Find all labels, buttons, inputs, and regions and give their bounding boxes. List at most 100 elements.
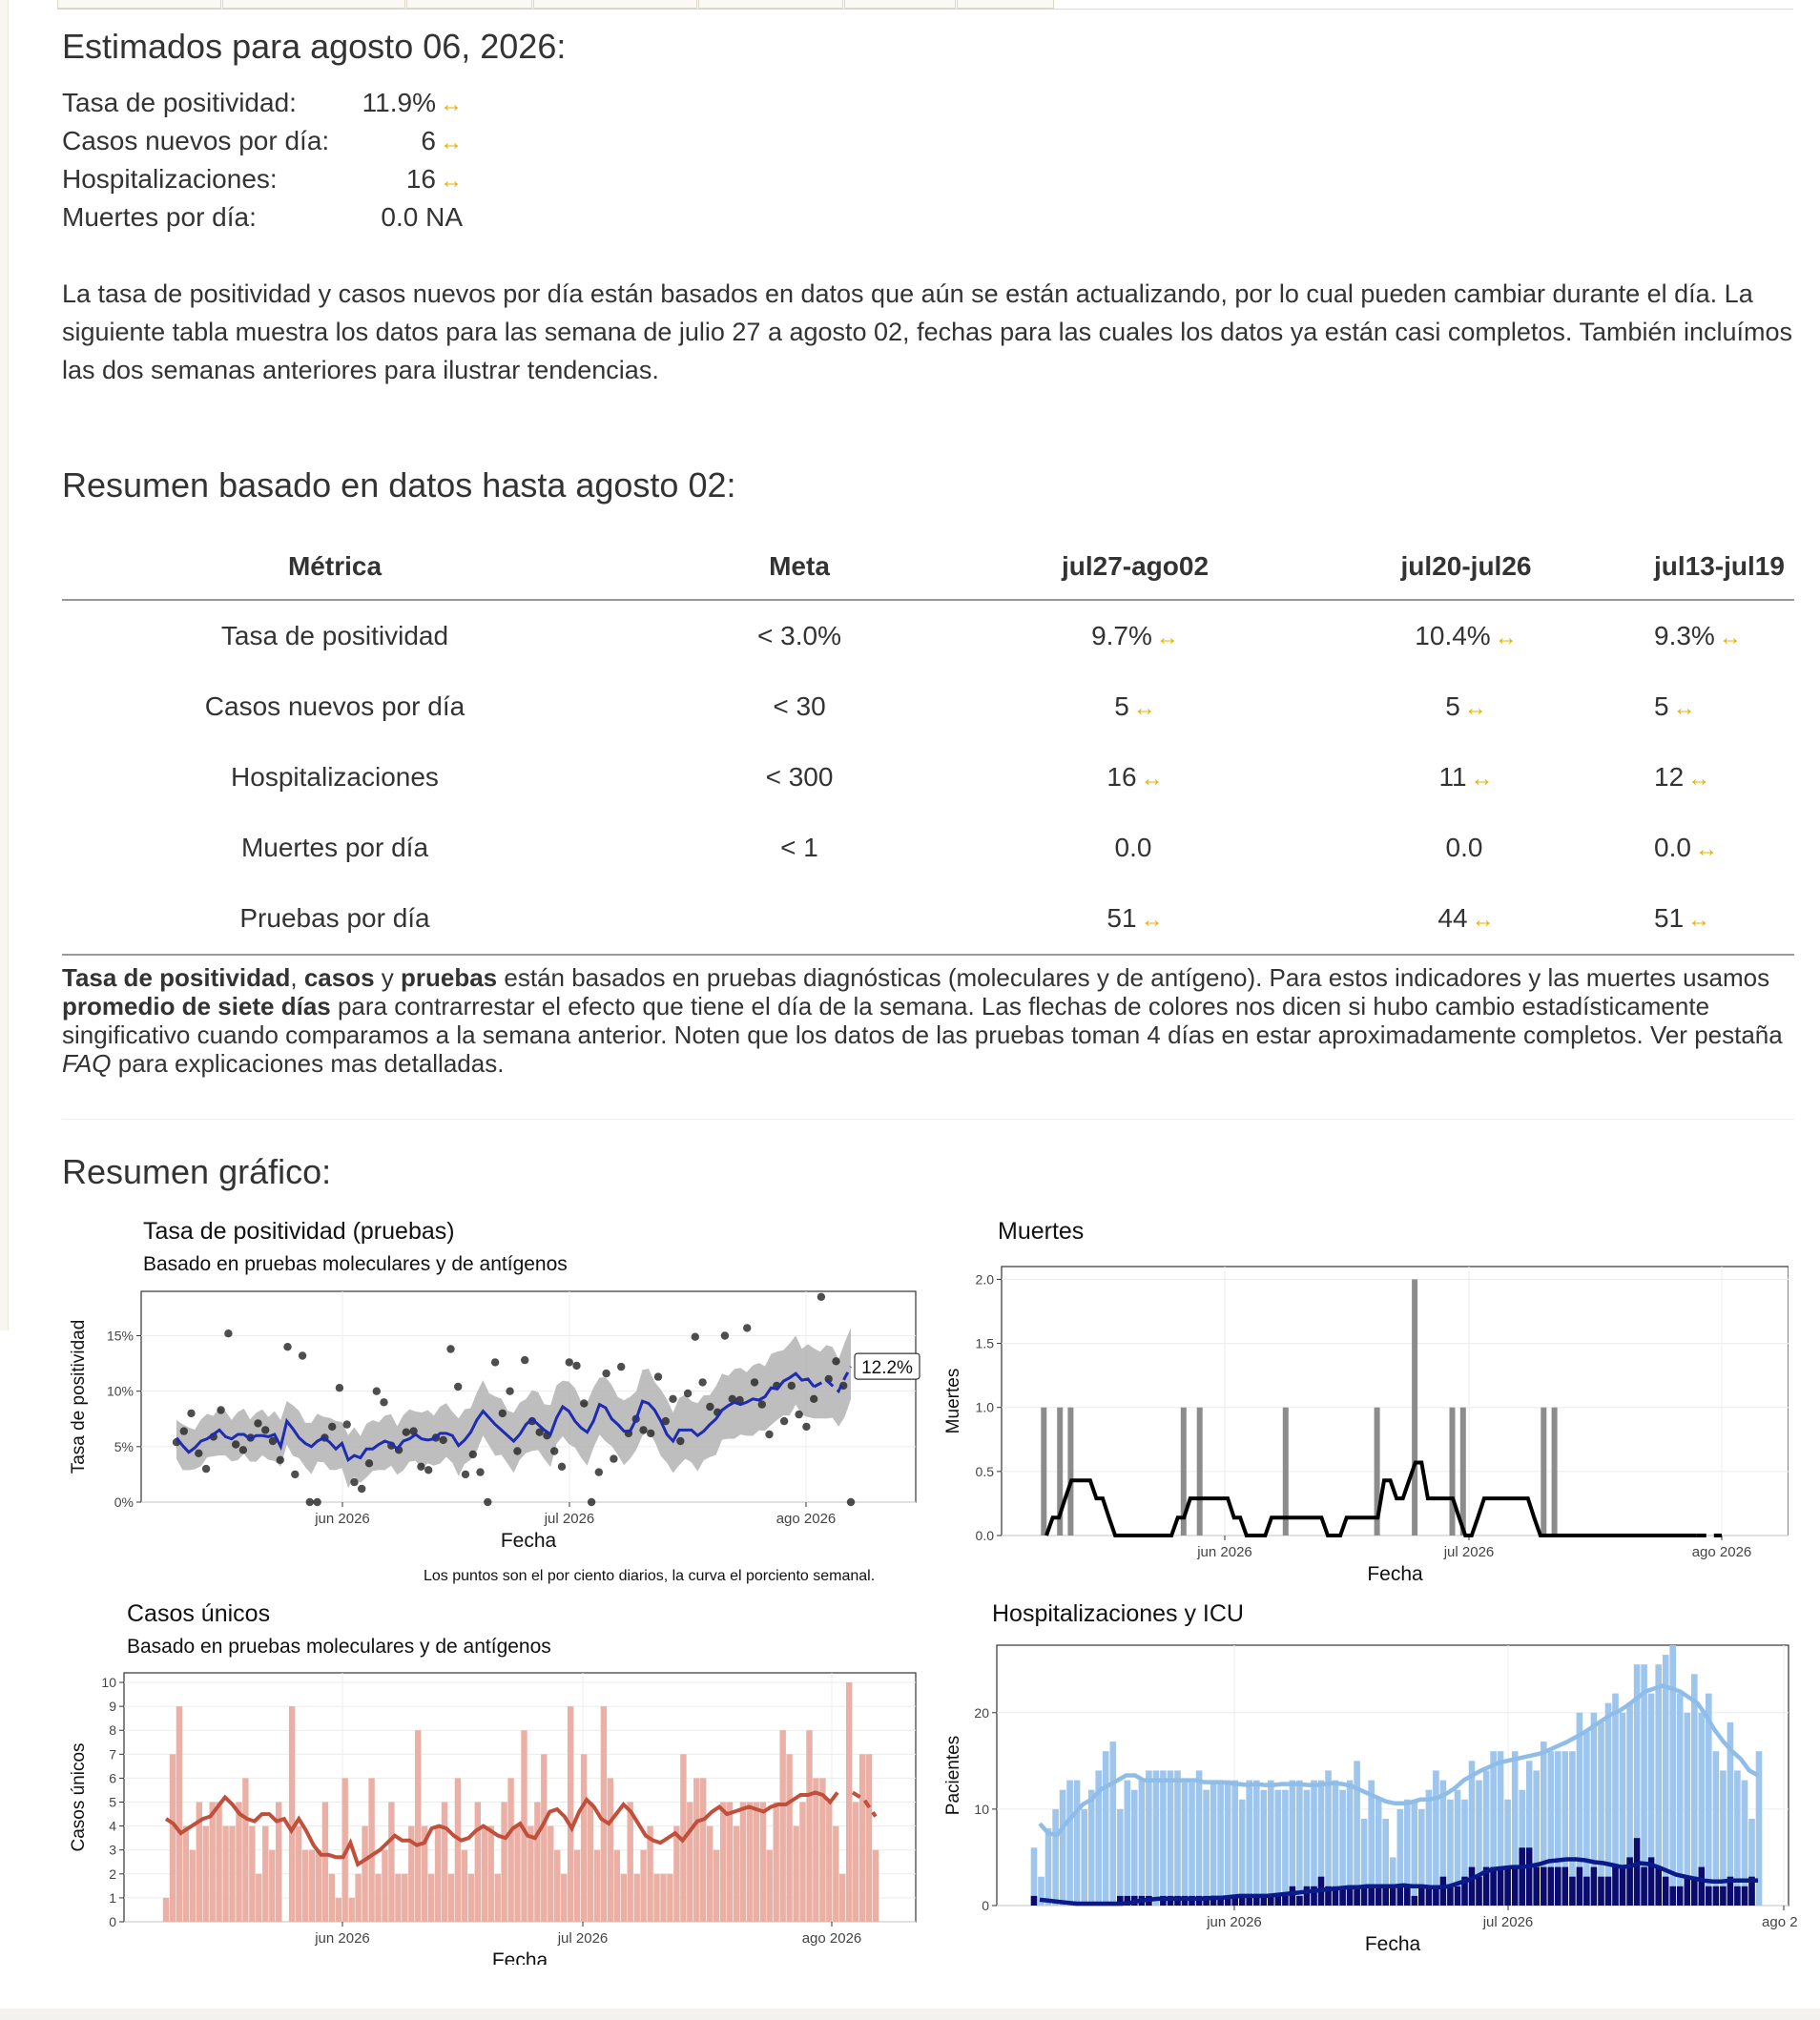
- icu-bar: [1030, 1895, 1038, 1906]
- hospital-bar: [1117, 1808, 1124, 1906]
- trend-na: NA: [425, 202, 463, 232]
- daily-point: [195, 1449, 203, 1457]
- cell-value: 0.0: [1114, 833, 1152, 862]
- tab-5[interactable]: [698, 0, 843, 9]
- case-bar: [567, 1706, 574, 1922]
- week1-cell: 51 ↔: [991, 883, 1279, 956]
- week3-cell: 9.3% ↔: [1653, 600, 1794, 671]
- case-bar: [507, 1778, 514, 1922]
- case-bar: [256, 1873, 262, 1922]
- col-header-week1: jul27-ago02: [991, 534, 1279, 601]
- tab-3[interactable]: [406, 0, 532, 9]
- daily-point: [572, 1361, 581, 1371]
- trend-arrow-icon: ↔: [1687, 907, 1711, 933]
- case-bar: [587, 1802, 594, 1922]
- case-bar: [209, 1802, 216, 1922]
- methodology-note: Tasa de positividad, casos y pruebas est…: [62, 963, 1798, 1078]
- estimates-list: Tasa de positividad: 11.9% ↔ Casos nuevos…: [62, 88, 463, 240]
- col-header-week3: jul13-jul19: [1653, 534, 1794, 601]
- case-bar: [514, 1825, 521, 1922]
- goal-cell: < 1: [608, 813, 991, 883]
- estimate-value: 11.9% ↔: [362, 88, 463, 118]
- tab-1[interactable]: [57, 0, 221, 9]
- daily-point: [565, 1358, 573, 1367]
- faq-link[interactable]: FAQ: [62, 1049, 112, 1078]
- y-tick-label: 6: [109, 1770, 116, 1785]
- note-text: y: [374, 963, 401, 992]
- icu-bar: [1641, 1866, 1647, 1906]
- case-bar: [534, 1802, 541, 1922]
- y-tick-label: 10%: [107, 1384, 134, 1399]
- case-bar: [288, 1706, 296, 1922]
- case-bar: [640, 1849, 647, 1922]
- intro-paragraph: La tasa de positividad y casos nuevos po…: [62, 279, 1793, 384]
- icu-bar: [1375, 1886, 1382, 1906]
- case-bar: [474, 1802, 481, 1922]
- tab-2[interactable]: [222, 0, 405, 9]
- metric-cell: Casos nuevos por día: [62, 671, 608, 742]
- case-bar: [858, 1754, 866, 1922]
- table-row: Tasa de positividad < 3.0% 9.7% ↔ 10.4% ↔ 9.3%…: [62, 600, 1794, 671]
- icu-bar: [1454, 1886, 1461, 1906]
- daily-point: [817, 1292, 826, 1301]
- estimate-label: Casos nuevos por día:: [62, 126, 330, 155]
- case-bar: [693, 1778, 700, 1922]
- daily-point: [506, 1387, 514, 1395]
- icu-bar: [1712, 1886, 1720, 1906]
- case-bar: [660, 1873, 667, 1922]
- icu-bar: [1289, 1886, 1296, 1906]
- case-bar: [434, 1825, 442, 1922]
- icu-bar: [1555, 1866, 1561, 1906]
- x-tick-label: ago 2026: [802, 1930, 862, 1947]
- daily-point: [313, 1497, 321, 1507]
- case-bar: [627, 1802, 633, 1922]
- hospital-bar: [1160, 1770, 1167, 1906]
- table-row: Hospitalizaciones < 300 16 ↔ 11 ↔ 12 ↔: [62, 742, 1794, 813]
- daily-point: [802, 1422, 811, 1432]
- cell-value: 9.3%: [1654, 621, 1715, 650]
- tab-4[interactable]: [533, 0, 697, 9]
- daily-point: [550, 1447, 559, 1455]
- death-bar: [1551, 1407, 1558, 1536]
- case-bar: [328, 1873, 335, 1922]
- daily-point: [743, 1324, 752, 1332]
- case-bar: [189, 1849, 196, 1922]
- tab-7[interactable]: [957, 0, 1054, 9]
- tab-6[interactable]: [844, 0, 956, 9]
- hospital-bar: [1720, 1770, 1727, 1906]
- daily-point: [832, 1357, 840, 1366]
- goal-cell: < 300: [608, 742, 991, 813]
- daily-point: [683, 1389, 693, 1398]
- y-axis-label: Casos únicos: [69, 1742, 89, 1851]
- hospital-bar: [1131, 1789, 1138, 1906]
- icu-bar: [1684, 1876, 1691, 1906]
- hospital-bar: [1181, 1780, 1189, 1906]
- cell-value: < 30: [773, 691, 826, 721]
- icu-bar: [1590, 1866, 1598, 1906]
- case-bar: [527, 1825, 534, 1922]
- icu-bar: [1411, 1895, 1418, 1906]
- case-bar: [548, 1825, 554, 1922]
- cell-value: 11: [1438, 762, 1467, 792]
- daily-point: [676, 1436, 685, 1446]
- case-bar: [573, 1849, 581, 1922]
- icu-bar: [1655, 1866, 1662, 1906]
- icu-bar: [1389, 1886, 1396, 1906]
- daily-point: [283, 1343, 292, 1351]
- case-bar: [846, 1682, 853, 1922]
- daily-point: [669, 1394, 677, 1403]
- table-row: Casos nuevos por día < 30 5 ↔ 5 ↔ 5 ↔: [62, 671, 1794, 742]
- estimate-value: 6 ↔: [421, 126, 463, 156]
- hospital-bar: [1411, 1799, 1418, 1906]
- hospital-bar: [1274, 1789, 1282, 1906]
- icu-bar: [1633, 1838, 1641, 1906]
- left-page-rail: [0, 0, 9, 1330]
- deaths-chart: 0.0 0.5 1.0 1.5 2.0 jun 2026 jul 2026 ago 2026 F…: [943, 1266, 1789, 1585]
- case-bar: [786, 1754, 793, 1922]
- hospital-bar: [1203, 1789, 1210, 1906]
- hospital-bar: [1102, 1751, 1109, 1906]
- estimates-title: Estimados para agosto 06, 2026:: [62, 27, 567, 66]
- table-row: Muertes por día < 1 0.0 0.0 0.0 ↔: [62, 813, 1794, 883]
- case-bar: [726, 1802, 734, 1922]
- week2-cell: 10.4% ↔: [1279, 600, 1653, 671]
